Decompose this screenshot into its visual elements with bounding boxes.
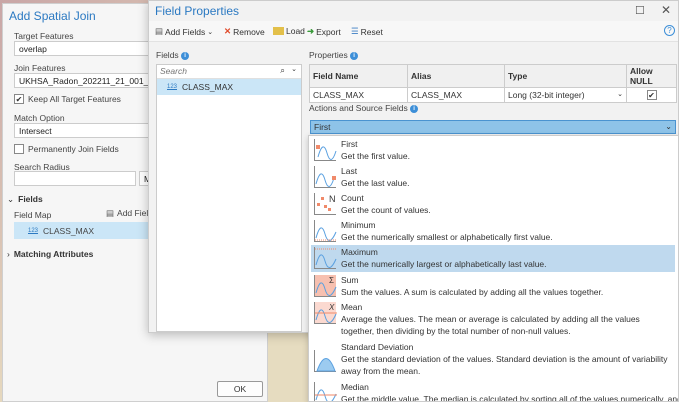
- remove-icon: ✕: [224, 26, 232, 36]
- add-field-icon: ▤: [106, 208, 115, 218]
- chevron-down-icon: ⌄: [617, 91, 623, 98]
- maximum-icon: [314, 247, 337, 269]
- target-features-input[interactable]: overlap: [14, 41, 164, 56]
- fields-label: Fields i: [156, 50, 190, 60]
- chevron-down-icon: ⌄: [665, 122, 672, 131]
- export-button[interactable]: ➜ Export: [307, 26, 341, 37]
- join-features-input[interactable]: UKHSA_Radon_202211_21_001_layer: [14, 73, 164, 88]
- matching-attributes-toggle[interactable]: › Matching Attributes: [7, 249, 93, 259]
- chevron-down-icon[interactable]: ⌄: [291, 65, 297, 73]
- standard-deviation-icon: [314, 350, 336, 372]
- panel-title: Add Spatial Join: [9, 9, 96, 23]
- action-option-mean[interactable]: X Mean Average the values. The mean or ave…: [311, 300, 675, 340]
- action-option-standard-deviation[interactable]: Standard Deviation Get the standard devia…: [311, 340, 675, 380]
- reset-icon: ☰: [351, 26, 359, 36]
- field-list-item[interactable]: 123 CLASS_MAX: [157, 79, 301, 95]
- maximize-icon[interactable]: ☐: [635, 4, 645, 17]
- action-option-sum[interactable]: Σ Sum Sum the values. A sum is calculated …: [311, 273, 675, 300]
- action-select[interactable]: First ⌄: [310, 120, 676, 134]
- header-field-name: Field Name: [309, 64, 408, 88]
- fields-list: ⌕ ⌄ 123 CLASS_MAX: [156, 64, 302, 332]
- action-option-median[interactable]: Median Get the middle value. The median i…: [311, 380, 678, 401]
- field-map-item[interactable]: 123 CLASS_MAX: [14, 222, 164, 239]
- folder-icon: [273, 27, 284, 35]
- header-alias: Alias: [407, 64, 505, 88]
- keep-all-checkbox[interactable]: ✔: [14, 94, 24, 104]
- help-icon[interactable]: ?: [664, 25, 675, 36]
- add-fields-button[interactable]: ▤ Add Fields ⌄: [155, 26, 213, 37]
- search-icon: ⌕: [280, 65, 285, 75]
- field-map-label: Field Map: [14, 210, 52, 220]
- fields-section-title: Fields: [18, 194, 43, 204]
- permanent-join-label: Permanently Join Fields: [28, 144, 119, 154]
- minimum-icon: [314, 220, 337, 242]
- last-icon: [314, 166, 336, 188]
- numeric-field-icon: 123: [167, 84, 178, 90]
- match-option-label: Match Option: [14, 113, 65, 123]
- action-option-first[interactable]: First Get the first value.: [311, 137, 675, 164]
- reset-button[interactable]: ☰ Reset: [351, 26, 383, 37]
- info-icon: i: [410, 104, 419, 113]
- match-option-select[interactable]: Intersect: [14, 123, 164, 138]
- action-dropdown-list: First Get the first value. Last Get the la…: [308, 135, 679, 402]
- alias-cell[interactable]: CLASS_MAX: [407, 87, 505, 103]
- header-allow-null: Allow NULL: [626, 64, 677, 88]
- permanent-join-checkbox[interactable]: [14, 144, 24, 154]
- remove-button[interactable]: ✕ Remove: [224, 26, 265, 37]
- median-icon: [314, 382, 337, 401]
- count-icon: N: [314, 193, 336, 215]
- properties-label: Properties i: [309, 50, 359, 60]
- toolbar: ▤ Add Fields ⌄ ✕ Remove Load ➜ Export ☰ Reset…: [149, 21, 678, 42]
- allow-null-checkbox[interactable]: ✔: [626, 87, 677, 103]
- numeric-field-icon: 123: [28, 227, 39, 234]
- chevron-down-icon: ⌄: [207, 28, 214, 36]
- arrow-right-icon: ➜: [307, 26, 315, 36]
- search-radius-input[interactable]: [14, 171, 136, 186]
- add-field-button[interactable]: ▤ Add Field: [106, 208, 153, 219]
- target-features-label: Target Features: [14, 31, 74, 41]
- info-icon: i: [350, 51, 359, 60]
- action-option-minimum[interactable]: Minimum Get the numerically smallest or a…: [311, 218, 675, 245]
- ok-button[interactable]: OK: [217, 381, 263, 397]
- action-option-count[interactable]: N Count Get the count of values.: [311, 191, 675, 218]
- chevron-right-icon: ›: [7, 249, 10, 259]
- join-features-label: Join Features: [14, 63, 66, 73]
- svg-text:X: X: [328, 303, 335, 312]
- actions-label: Actions and Source Fields i: [309, 103, 419, 113]
- chevron-down-icon: ⌄: [7, 194, 15, 204]
- action-option-last[interactable]: Last Get the last value.: [311, 164, 675, 191]
- add-fields-icon: ▤: [155, 26, 164, 36]
- info-icon: i: [181, 51, 190, 60]
- keep-all-label: Keep All Target Features: [28, 94, 121, 104]
- fields-search-input[interactable]: [157, 65, 267, 77]
- field-name-cell[interactable]: CLASS_MAX: [309, 87, 408, 103]
- close-icon[interactable]: ✕: [661, 3, 671, 17]
- first-icon: [314, 139, 337, 161]
- sum-icon: Σ: [314, 275, 337, 297]
- load-button[interactable]: Load: [273, 26, 305, 36]
- svg-text:N: N: [329, 194, 336, 204]
- dialog-title: Field Properties: [155, 4, 240, 18]
- type-cell[interactable]: Long (32-bit integer) ⌄: [504, 87, 627, 103]
- properties-table: Field Name Alias Type Allow NULL CLASS_M…: [309, 64, 677, 103]
- mean-icon: X: [314, 302, 337, 324]
- svg-text:Σ: Σ: [329, 276, 334, 285]
- fields-section-toggle[interactable]: ⌄ Fields: [7, 194, 43, 205]
- action-option-maximum[interactable]: Maximum Get the numerically largest or al…: [311, 245, 675, 272]
- header-type: Type: [504, 64, 627, 88]
